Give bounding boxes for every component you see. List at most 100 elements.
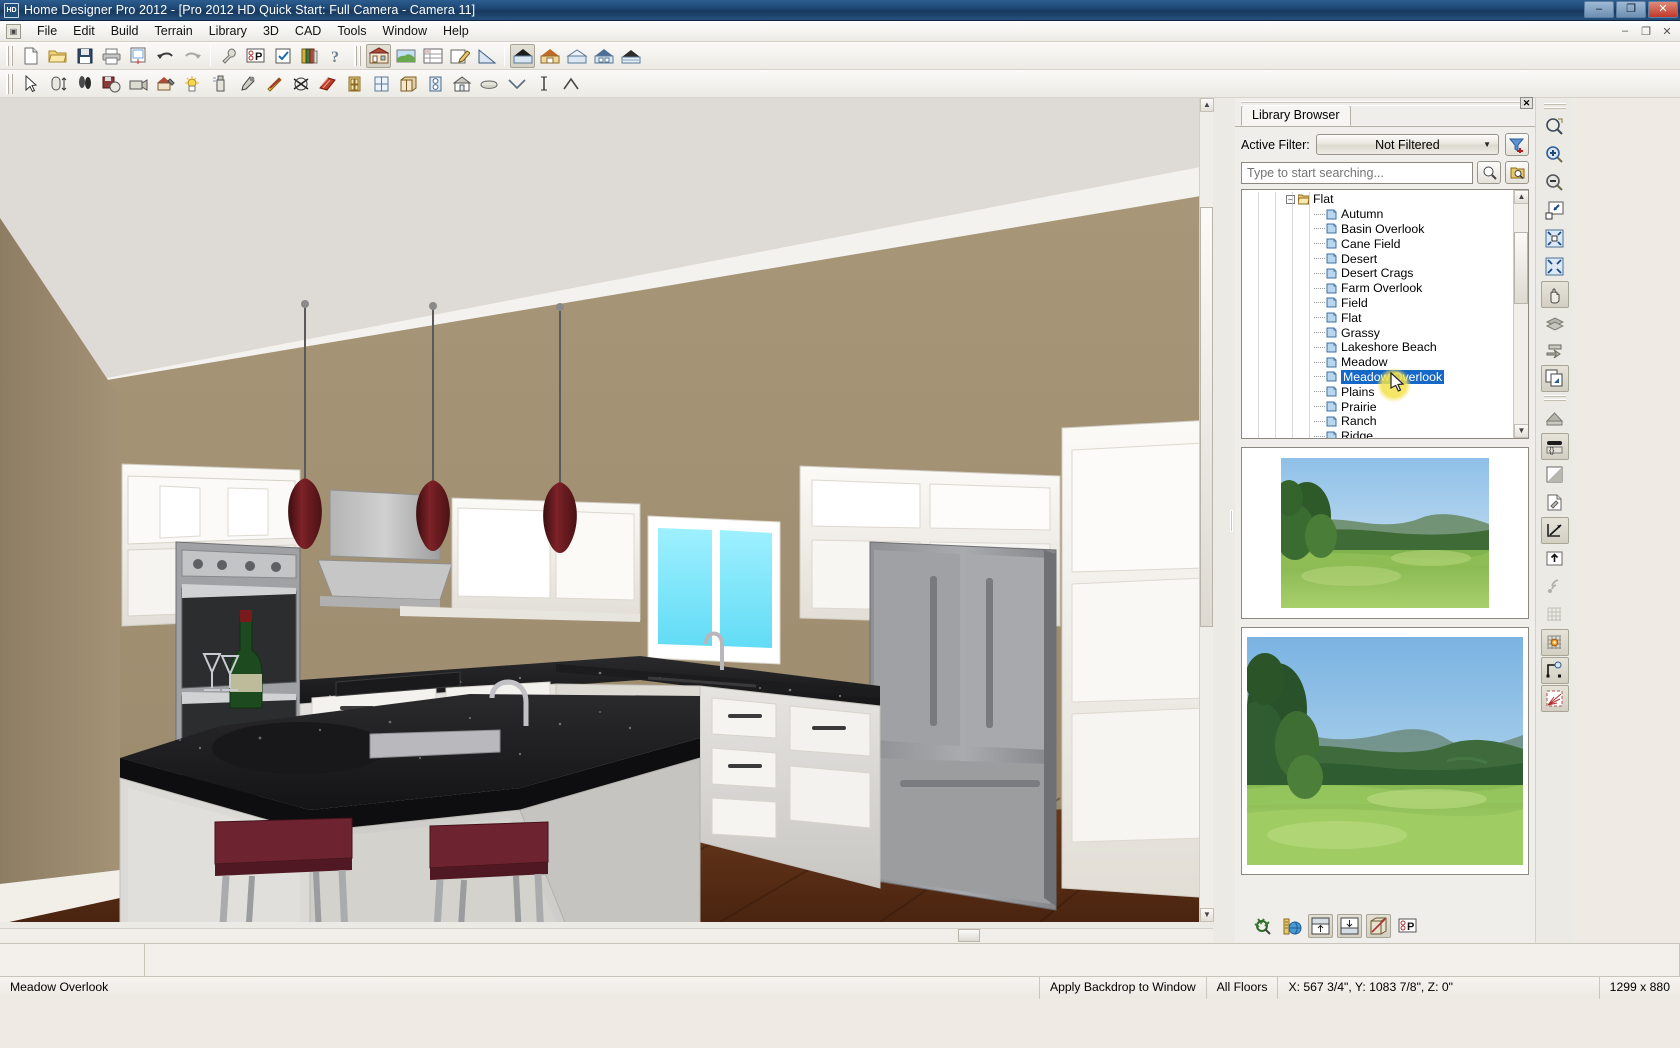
search-library-icon[interactable] xyxy=(1250,914,1275,938)
arrow-up-icon[interactable] xyxy=(1541,545,1569,572)
dormer-icon[interactable] xyxy=(450,72,475,96)
fill-window-building-icon[interactable] xyxy=(1541,225,1569,252)
vertical-scroll-thumb[interactable] xyxy=(1200,207,1213,627)
tree-item-grassy[interactable]: Grassy xyxy=(1242,325,1513,340)
viewport-horizontal-scrollbar[interactable] xyxy=(0,928,1213,943)
soffit-icon[interactable] xyxy=(477,72,502,96)
toolbar-grip-3[interactable] xyxy=(6,74,13,94)
door-icon[interactable] xyxy=(342,72,367,96)
house-tools-icon[interactable] xyxy=(153,72,178,96)
tree-item-autumn[interactable]: Autumn xyxy=(1242,207,1513,222)
undo-icon[interactable] xyxy=(153,44,178,68)
tree-item-plains[interactable]: Plains xyxy=(1242,384,1513,399)
mdi-minimize-button[interactable]: – xyxy=(1616,25,1634,38)
help-icon[interactable]: ? xyxy=(324,44,349,68)
menu-item-library[interactable]: Library xyxy=(201,22,255,40)
tree-vertical-scrollbar[interactable]: ▲ ▼ xyxy=(1513,190,1528,438)
ruler-icon[interactable] xyxy=(474,44,499,68)
sun-angle-icon[interactable] xyxy=(180,72,205,96)
panel-bottom-icon[interactable] xyxy=(1337,914,1362,938)
library-panel-grip[interactable]: ✕ xyxy=(1235,98,1535,108)
scroll-down-arrow[interactable]: ▼ xyxy=(1200,908,1214,922)
tree-item-ranch[interactable]: Ranch xyxy=(1242,414,1513,429)
check-icon[interactable] xyxy=(270,44,295,68)
active-filter-dropdown[interactable]: Not Filtered ▼ xyxy=(1316,134,1499,155)
search-input[interactable] xyxy=(1241,162,1473,184)
mdi-restore-button[interactable]: ❐ xyxy=(1637,25,1655,38)
pan-hand-icon[interactable] xyxy=(1541,281,1569,308)
terrain-view-icon[interactable] xyxy=(393,44,418,68)
library-globe-icon[interactable] xyxy=(1279,914,1304,938)
page-setup-icon[interactable] xyxy=(1541,489,1569,516)
toolbar-grip-2[interactable] xyxy=(354,46,361,66)
magnifier-icon[interactable] xyxy=(1477,161,1501,184)
save-camera-icon[interactable] xyxy=(99,72,124,96)
tree-item-basin-overlook[interactable]: Basin Overlook xyxy=(1242,222,1513,237)
tree-item-flat[interactable]: Flat xyxy=(1242,310,1513,325)
bench-icon[interactable]: {} xyxy=(1541,433,1569,460)
right-toolbar-grip[interactable] xyxy=(1544,103,1566,109)
tree-item-field[interactable]: Field xyxy=(1242,296,1513,311)
tree-item-desert[interactable]: Desert xyxy=(1242,251,1513,266)
zoom-in-icon[interactable] xyxy=(1541,141,1569,168)
material-list-icon[interactable] xyxy=(420,44,445,68)
tree-node-flat-root[interactable]: – Flat xyxy=(1242,192,1513,207)
tab-library-browser[interactable]: Library Browser xyxy=(1241,105,1351,126)
rebuild-3d-icon[interactable] xyxy=(315,72,340,96)
wall-icon[interactable] xyxy=(531,72,556,96)
toolbar-grip[interactable] xyxy=(6,46,13,66)
close-icon[interactable]: ✕ xyxy=(1520,97,1533,109)
panel-diagonal-icon[interactable] xyxy=(1366,914,1391,938)
shadow-icon[interactable] xyxy=(1541,461,1569,488)
roof-dutch-icon[interactable] xyxy=(618,44,643,68)
library-tree[interactable]: – Flat Autumn Basin Overlook xyxy=(1241,189,1529,439)
tree-item-cane-field[interactable]: Cane Field xyxy=(1242,236,1513,251)
new-plan-icon[interactable] xyxy=(18,44,43,68)
zoom-icon[interactable] xyxy=(1541,113,1569,140)
tree-item-meadow-overlook[interactable]: Meadow Overlook xyxy=(1242,370,1513,385)
print-icon[interactable] xyxy=(99,44,124,68)
menu-item-tools[interactable]: Tools xyxy=(329,22,374,40)
edit-area-icon[interactable] xyxy=(447,44,472,68)
roof-gable-icon[interactable] xyxy=(510,44,535,68)
viewport-vertical-scrollbar[interactable]: ▲ ▼ xyxy=(1199,98,1213,922)
tree-scroll-up-arrow[interactable]: ▲ xyxy=(1514,190,1529,204)
plot-lines-icon[interactable] xyxy=(1541,685,1569,712)
angle-snap-icon[interactable] xyxy=(1541,657,1569,684)
layer-icon[interactable] xyxy=(1541,309,1569,336)
right-toolbar-grip-2[interactable] xyxy=(1544,395,1566,401)
folder-search-icon[interactable] xyxy=(1505,161,1529,184)
roof-hip-icon[interactable] xyxy=(537,44,562,68)
close-button[interactable]: ✕ xyxy=(1648,1,1678,18)
menu-item-help[interactable]: Help xyxy=(435,22,477,40)
dimension-line-icon[interactable] xyxy=(1541,517,1569,544)
tree-item-prairie[interactable]: Prairie xyxy=(1242,399,1513,414)
spray-icon[interactable] xyxy=(207,72,232,96)
roof-gambrel-icon[interactable] xyxy=(591,44,616,68)
zoom-out-icon[interactable] xyxy=(1541,169,1569,196)
select-objects-icon[interactable] xyxy=(18,72,43,96)
sound-icon[interactable] xyxy=(1541,573,1569,600)
send-to-back-icon[interactable] xyxy=(1541,337,1569,364)
minimize-button[interactable]: – xyxy=(1584,1,1614,18)
eyedropper-icon[interactable] xyxy=(234,72,259,96)
camera-3d-viewport[interactable] xyxy=(0,98,1213,922)
menu-item-cad[interactable]: CAD xyxy=(287,22,329,40)
grid-icon[interactable] xyxy=(1541,601,1569,628)
fixture-icon[interactable] xyxy=(423,72,448,96)
tree-scroll-down-arrow[interactable]: ▼ xyxy=(1514,424,1529,438)
menu-item-terrain[interactable]: Terrain xyxy=(147,22,201,40)
menu-item-3d[interactable]: 3D xyxy=(255,22,287,40)
menu-item-window[interactable]: Window xyxy=(375,22,435,40)
delete-surface-icon[interactable] xyxy=(288,72,313,96)
material-paint-icon[interactable] xyxy=(261,72,286,96)
tree-item-ridge[interactable]: Ridge xyxy=(1242,429,1513,438)
print-preview-icon[interactable] xyxy=(126,44,151,68)
mdi-close-button[interactable]: ✕ xyxy=(1658,25,1676,38)
copy-paste-icon[interactable] xyxy=(1541,365,1569,392)
panel-splitter[interactable] xyxy=(1227,98,1235,943)
grid-snap-icon[interactable] xyxy=(1541,629,1569,656)
chevron-down-icon[interactable] xyxy=(504,72,529,96)
horizontal-scroll-thumb[interactable] xyxy=(958,929,980,942)
panel-top-icon[interactable] xyxy=(1308,914,1333,938)
